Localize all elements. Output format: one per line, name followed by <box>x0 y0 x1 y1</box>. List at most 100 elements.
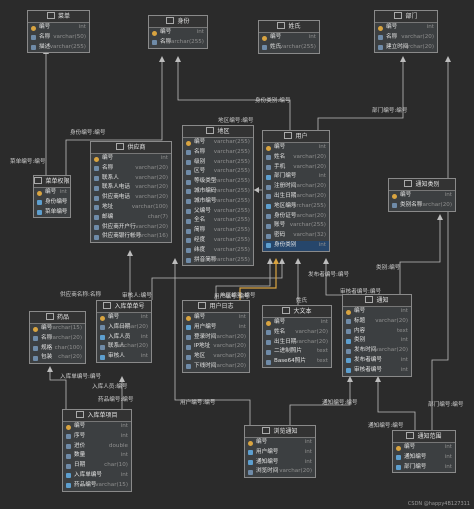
column-row[interactable]: 简称 varchar(255) <box>183 226 253 236</box>
column-row[interactable]: 编号 int <box>28 23 89 33</box>
column-row[interactable]: 浏览时间 varchar(20) <box>245 467 315 477</box>
column-row[interactable]: 编号 int <box>393 443 455 453</box>
column-row[interactable]: 审核人 int <box>97 352 151 362</box>
column-row[interactable]: 用户编号 int <box>245 448 315 458</box>
column-row[interactable]: 通知编号 int <box>245 458 315 468</box>
column-row[interactable]: 审核者编号 int <box>343 366 411 376</box>
table-initem[interactable]: 入库单项目 编号 int 序号 int 进价 double 数量 int 日期 char(10) 入库… <box>62 409 132 492</box>
table-inorder[interactable]: 入库单单号 编号 int 入库日期 varchar(20) 入库人员 int 联系人 varch… <box>96 300 152 363</box>
column-row[interactable]: 出生日期 varchar(20) <box>263 338 331 348</box>
column-row[interactable]: 城市编码 varchar(255) <box>183 187 253 197</box>
column-row[interactable]: 经度 varchar(255) <box>183 236 253 246</box>
column-row[interactable]: 编号 varchar(255) <box>183 138 253 148</box>
column-row[interactable]: 名称 varchar(20) <box>30 334 85 344</box>
table-notifycat[interactable]: 通知类别 编号 int 类别名称 varchar(20) <box>388 178 456 212</box>
column-row[interactable]: 编号 varchar(15) <box>30 324 85 334</box>
table-identity[interactable]: 身份 编号 int 名称 varchar(255) <box>148 15 208 49</box>
column-row[interactable]: 规格 char(100) <box>30 344 85 354</box>
table-product[interactable]: 药品 编号 varchar(15) 名称 varchar(20) 规格 char(100) 包… <box>29 311 86 365</box>
column-row[interactable]: 父编号 varchar(255) <box>183 207 253 217</box>
column-row[interactable]: 二进制照片 text <box>263 347 331 357</box>
column-row[interactable]: 日期 char(10) <box>63 461 131 471</box>
table-user[interactable]: 用户 编号 int 姓名 varchar(20) 手机 varchar(20) 部门编号 int… <box>262 130 330 252</box>
column-row[interactable]: 菜单编号 int <box>34 208 70 218</box>
column-row[interactable]: 身份类别 int <box>263 240 329 251</box>
column-row[interactable]: 编号 int <box>34 188 70 198</box>
column-row[interactable]: 全名 varchar(255) <box>183 216 253 226</box>
column-row[interactable]: 名称 varchar(20) <box>91 164 171 174</box>
column-row[interactable]: 名称 varchar(255) <box>149 38 207 48</box>
column-row[interactable]: 类别名称 varchar(20) <box>389 201 455 211</box>
column-row[interactable]: 姓名 varchar(20) <box>263 153 329 163</box>
table-bigtext[interactable]: 大文本 编号 int 姓名 varchar(20) 出生日期 varchar(20) 二进制照… <box>262 305 332 368</box>
column-row[interactable]: 编号 int <box>183 313 249 323</box>
column-row[interactable]: 供应商电话 varchar(20) <box>91 193 171 203</box>
table-surname[interactable]: 姓氏 编号 int 姓氏 varchar(255) <box>258 20 320 54</box>
column-row[interactable]: 账号 varchar(255) <box>263 221 329 231</box>
column-row[interactable]: 身份证号 varchar(20) <box>263 212 329 222</box>
column-row[interactable]: 等级类型 varchar(255) <box>183 177 253 187</box>
column-row[interactable]: 联系人 varchar(20) <box>97 342 151 352</box>
column-row[interactable]: 名称 varchar(50) <box>28 33 89 43</box>
column-row[interactable]: IP地址 varchar(20) <box>183 342 249 352</box>
column-row[interactable]: 编号 int <box>343 307 411 317</box>
column-row[interactable]: 地址 varchar(100) <box>91 203 171 213</box>
column-row[interactable]: 用户编号 int <box>183 323 249 333</box>
column-row[interactable]: 邮编 char(7) <box>91 213 171 223</box>
column-row[interactable]: 编号 int <box>245 438 315 448</box>
table-notice[interactable]: 通知 编号 int 标题 varchar(20) 内容 text 类别 int 发布时间 varch… <box>342 294 412 377</box>
column-row[interactable]: 姓名 varchar(20) <box>263 328 331 338</box>
column-row[interactable]: 编号 int <box>149 28 207 38</box>
column-row[interactable]: 级别 varchar(255) <box>183 158 253 168</box>
column-row[interactable]: 编号 int <box>375 23 437 33</box>
column-row[interactable]: 供应商开户行 varchar(20) <box>91 223 171 233</box>
column-row[interactable]: 编号 int <box>259 33 319 43</box>
column-row[interactable]: 下线时间 varchar(20) <box>183 362 249 372</box>
column-row[interactable]: 身份编号 int <box>34 198 70 208</box>
column-row[interactable]: 地区编号 varchar(255) <box>263 202 329 212</box>
column-row[interactable]: 入库人员 int <box>97 333 151 343</box>
column-row[interactable]: 注册时间 varchar(20) <box>263 182 329 192</box>
column-row[interactable]: 编号 int <box>263 143 329 153</box>
column-row[interactable]: 纬度 varchar(255) <box>183 246 253 256</box>
column-row[interactable]: 出生日期 varchar(20) <box>263 192 329 202</box>
table-menuperm[interactable]: 菜单权限 编号 int 身份编号 int 菜单编号 int <box>33 175 71 219</box>
column-row[interactable]: 类别 int <box>343 336 411 346</box>
column-row[interactable]: 建立时间 varchar(20) <box>375 43 437 53</box>
column-row[interactable]: 区号 varchar(255) <box>183 167 253 177</box>
column-row[interactable]: 入库单编号 int <box>63 471 131 481</box>
column-row[interactable]: 编号 int <box>63 422 131 432</box>
column-row[interactable]: 名称 varchar(20) <box>375 33 437 43</box>
column-row[interactable]: 编号 int <box>91 154 171 164</box>
column-row[interactable]: 序号 int <box>63 432 131 442</box>
column-row[interactable]: 联系人 varchar(20) <box>91 174 171 184</box>
column-row[interactable]: 通知编号 int <box>393 453 455 463</box>
column-row[interactable]: 供应商银行帐号 varchar(16) <box>91 232 171 242</box>
table-supplier[interactable]: 供应商 编号 int 名称 varchar(20) 联系人 varchar(20) 联系人电话… <box>90 141 172 244</box>
column-row[interactable]: 编号 int <box>97 313 151 323</box>
table-userlog[interactable]: 用户日志 编号 int 用户编号 int 登录时间 varchar(20) IP地址 varch… <box>182 300 250 373</box>
column-row[interactable]: 编号 int <box>263 318 331 328</box>
column-row[interactable]: 数量 int <box>63 451 131 461</box>
column-row[interactable]: 发布时间 varchar(20) <box>343 346 411 356</box>
column-row[interactable]: 进价 double <box>63 442 131 452</box>
column-row[interactable]: 编号 int <box>389 191 455 201</box>
column-row[interactable]: 手机 varchar(20) <box>263 163 329 173</box>
column-row[interactable]: 城市编号 varchar(255) <box>183 197 253 207</box>
column-row[interactable]: 拼音简称 varchar(255) <box>183 256 253 266</box>
column-row[interactable]: 描述 varchar(255) <box>28 43 89 53</box>
column-row[interactable]: 部门编号 int <box>263 172 329 182</box>
column-row[interactable]: 联系人电话 varchar(20) <box>91 183 171 193</box>
column-row[interactable]: 内容 text <box>343 327 411 337</box>
table-browse[interactable]: 浏览通知 编号 int 用户编号 int 通知编号 int 浏览时间 varchar(20) <box>244 425 316 479</box>
column-row[interactable]: Base64照片 text <box>263 357 331 367</box>
column-row[interactable]: 密码 varchar(32) <box>263 231 329 241</box>
table-notifyrange[interactable]: 通知范围 编号 int 通知编号 int 部门编号 int <box>392 430 456 474</box>
column-row[interactable]: 姓氏 varchar(255) <box>259 43 319 53</box>
column-row[interactable]: 登录时间 varchar(20) <box>183 333 249 343</box>
column-row[interactable]: 入库日期 varchar(20) <box>97 323 151 333</box>
table-menu[interactable]: 菜单 编号 int 名称 varchar(50) 描述 varchar(255) <box>27 10 90 54</box>
column-row[interactable]: 部门编号 int <box>393 463 455 473</box>
column-row[interactable]: 发布者编号 int <box>343 356 411 366</box>
column-row[interactable]: 地区 varchar(20) <box>183 352 249 362</box>
